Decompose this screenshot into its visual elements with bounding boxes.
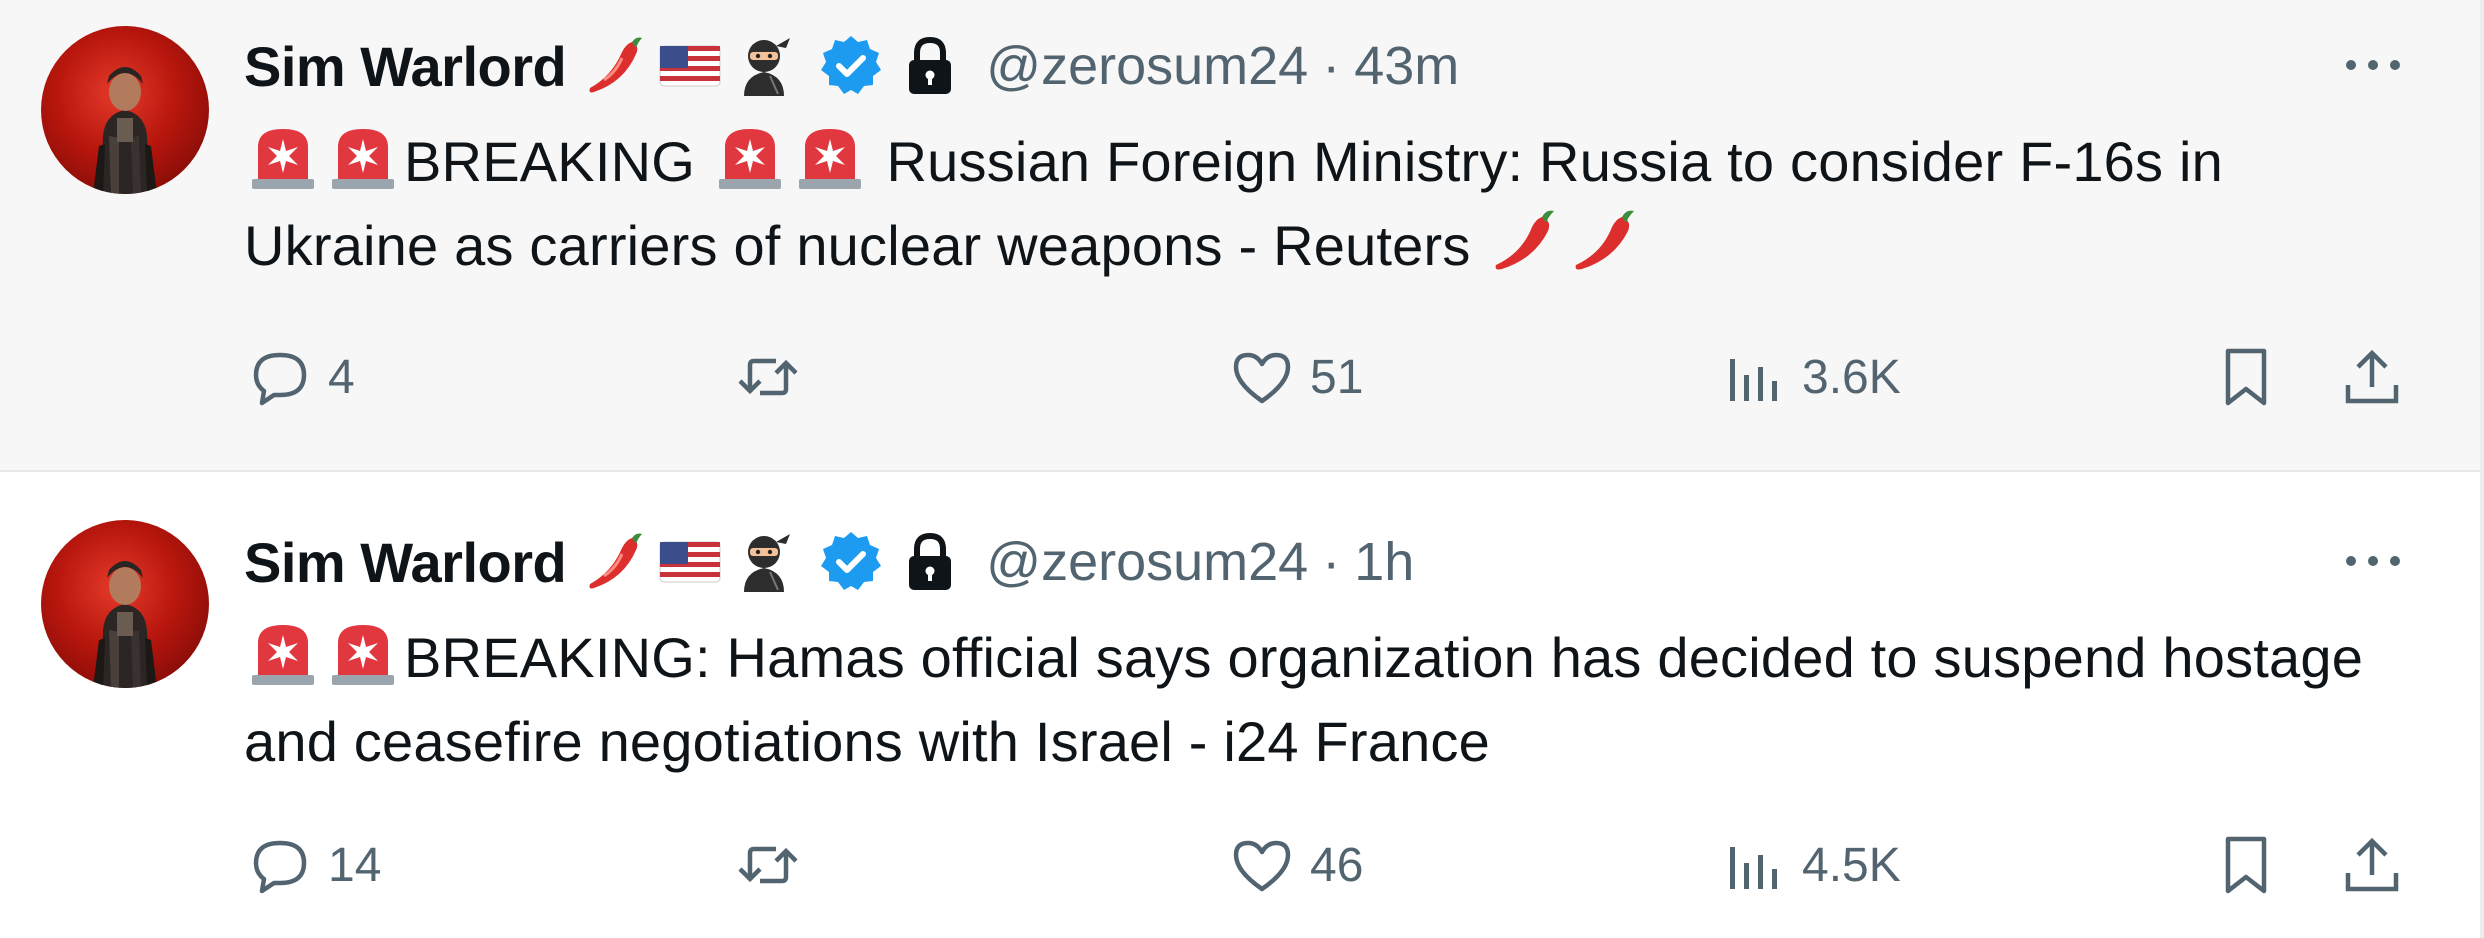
- heart-icon: [1226, 341, 1298, 413]
- like-button[interactable]: 51: [1226, 332, 1363, 422]
- tweet[interactable]: Sim Warlord @zerosum24 · 1h BREAKING: Ha…: [0, 472, 2484, 938]
- tweet-text-segment: BREAKING: [404, 130, 696, 193]
- author-name[interactable]: Sim Warlord: [244, 530, 567, 595]
- tweet-text: BREAKING Russian Foreign Ministry: Russi…: [244, 120, 2424, 288]
- lock-icon: [902, 33, 958, 99]
- chili-pepper-icon: [582, 528, 650, 596]
- speech-bubble-icon: [244, 829, 316, 901]
- chili-pepper-icon: [1566, 205, 1644, 277]
- name-emojis: [582, 32, 804, 100]
- verified-badge-icon[interactable]: [818, 529, 884, 595]
- scroll-edge: [2480, 0, 2484, 938]
- views-button[interactable]: 3.6K: [1718, 332, 1901, 422]
- like-count: 51: [1310, 350, 1364, 404]
- us-flag-icon: [656, 528, 724, 596]
- tweet-text-segment: BREAKING: Hamas official says organizati…: [244, 626, 2364, 773]
- heart-icon: [1226, 829, 1298, 901]
- bookmark-icon: [2210, 341, 2282, 413]
- avatar[interactable]: [41, 26, 209, 194]
- ellipsis-icon: [2346, 60, 2400, 70]
- separator-dot: ·: [1322, 532, 1341, 592]
- reply-count: 4: [328, 350, 355, 404]
- tweet-header: Sim Warlord @zerosum24 · 43m: [244, 30, 1459, 102]
- bar-chart-icon: [1718, 341, 1790, 413]
- siren-icon: [244, 121, 322, 193]
- ellipsis-icon: [2346, 556, 2400, 566]
- views-button[interactable]: 4.5K: [1718, 820, 1901, 910]
- chili-pepper-icon: [582, 32, 650, 100]
- share-button[interactable]: [2336, 820, 2408, 910]
- siren-icon: [324, 617, 402, 689]
- us-flag-icon: [656, 32, 724, 100]
- bookmark-button[interactable]: [2210, 332, 2282, 422]
- timestamp[interactable]: 43m: [1354, 35, 1459, 97]
- tweet-actions: 4 51 3.6K: [0, 332, 2484, 422]
- avatar[interactable]: [41, 520, 209, 688]
- siren-icon: [791, 121, 869, 193]
- share-upload-icon: [2336, 829, 2408, 901]
- view-count: 3.6K: [1802, 350, 1901, 404]
- ninja-icon: [730, 528, 798, 596]
- like-button[interactable]: 46: [1226, 820, 1363, 910]
- share-button[interactable]: [2336, 332, 2408, 422]
- view-count: 4.5K: [1802, 838, 1901, 892]
- tweet[interactable]: Sim Warlord @zerosum24 · 43m BREAKING Ru…: [0, 0, 2484, 470]
- author-name[interactable]: Sim Warlord: [244, 34, 567, 99]
- author-handle[interactable]: @zerosum24: [986, 35, 1308, 97]
- bookmark-button[interactable]: [2210, 820, 2282, 910]
- timestamp[interactable]: 1h: [1354, 531, 1414, 593]
- separator-dot: ·: [1322, 36, 1341, 96]
- bookmark-icon: [2210, 829, 2282, 901]
- like-count: 46: [1310, 838, 1364, 892]
- siren-icon: [324, 121, 402, 193]
- retweet-arrows-icon: [732, 829, 804, 901]
- ninja-icon: [730, 32, 798, 100]
- more-options-button[interactable]: [2338, 50, 2408, 80]
- retweet-button[interactable]: [732, 820, 816, 910]
- retweet-arrows-icon: [732, 341, 804, 413]
- retweet-button[interactable]: [732, 332, 816, 422]
- siren-icon: [244, 617, 322, 689]
- tweet-text: BREAKING: Hamas official says organizati…: [244, 616, 2424, 784]
- more-options-button[interactable]: [2338, 546, 2408, 576]
- timeline-feed: Sim Warlord @zerosum24 · 43m BREAKING Ru…: [0, 0, 2484, 938]
- bar-chart-icon: [1718, 829, 1790, 901]
- reply-button[interactable]: 14: [244, 820, 381, 910]
- share-upload-icon: [2336, 341, 2408, 413]
- reply-button[interactable]: 4: [244, 332, 355, 422]
- lock-icon: [902, 529, 958, 595]
- reply-count: 14: [328, 838, 382, 892]
- name-emojis: [582, 528, 804, 596]
- tweet-actions: 14 46 4.5K: [0, 820, 2484, 910]
- tweet-header: Sim Warlord @zerosum24 · 1h: [244, 526, 1414, 598]
- speech-bubble-icon: [244, 341, 316, 413]
- author-handle[interactable]: @zerosum24: [986, 531, 1308, 593]
- verified-badge-icon[interactable]: [818, 33, 884, 99]
- chili-pepper-icon: [1486, 205, 1564, 277]
- siren-icon: [711, 121, 789, 193]
